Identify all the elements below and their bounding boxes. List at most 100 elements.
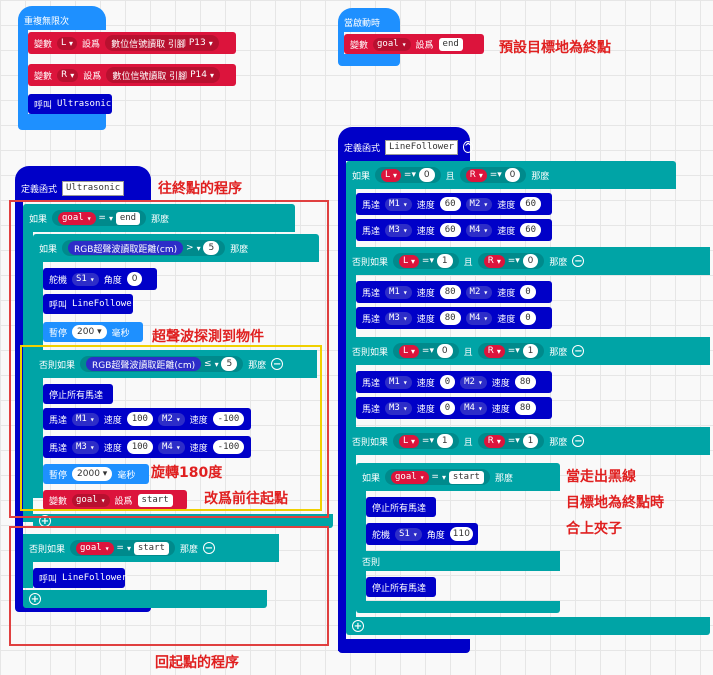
motor-dropdown[interactable]: M2 [460, 375, 487, 389]
number-input[interactable]: 0 [522, 254, 539, 268]
var-R-dropdown[interactable]: R [483, 344, 505, 358]
speed-input[interactable]: 60 [439, 197, 461, 211]
speed-input[interactable]: 0 [439, 401, 456, 415]
else-block[interactable]: 否則 [356, 551, 560, 571]
inner-if-spine [356, 491, 366, 601]
forever-footer [18, 114, 106, 130]
linefollower-function[interactable]: 定義函式 LineFollower ^ 如果 L =▾ 0 且 R =▾ 0 那… [338, 127, 710, 665]
motor-dropdown[interactable]: M2 [465, 285, 493, 299]
servo-id-dropdown[interactable]: S1 [395, 527, 422, 541]
if-L0-R0-block[interactable]: 如果 L =▾ 0 且 R =▾ 0 那麼 [346, 161, 676, 189]
compare-R[interactable]: R =▾ 1 [477, 433, 545, 449]
var-R-dropdown[interactable]: R [483, 434, 505, 448]
set-goal-end-block[interactable]: 變數 goal 設爲 end [344, 34, 484, 54]
speed-input[interactable]: 80 [439, 285, 461, 299]
stop-motors-block-2[interactable]: 停止所有馬達 [366, 577, 436, 597]
motor-dropdown[interactable]: M2 [465, 197, 493, 211]
elseif-L1-R0-block[interactable]: 否則如果 L =▾ 1 且 R =▾ 0 那麼 − [346, 247, 710, 275]
number-input[interactable]: 0 [418, 168, 435, 182]
motor-row[interactable]: 馬達 M3 速度 80 M4 速度 0 [356, 307, 552, 329]
var-L-dropdown[interactable]: L [399, 344, 420, 358]
var-L-dropdown[interactable]: L [57, 36, 78, 50]
set-R-block[interactable]: 變數 R 設爲 數位信號讀取 引腳 P14 [28, 64, 236, 86]
var-L-dropdown[interactable]: L [381, 168, 402, 182]
digital-read-block[interactable]: 數位信號讀取 引腳 P14 [106, 67, 220, 83]
motor-dropdown[interactable]: M4 [465, 223, 493, 237]
var-R-dropdown[interactable]: R [465, 168, 487, 182]
pin-dropdown[interactable]: P14 [190, 69, 214, 82]
speed-input[interactable]: 0 [520, 311, 536, 325]
angle-input[interactable]: 110 [449, 527, 473, 541]
motor-row[interactable]: 馬達 M1 速度 60 M2 速度 60 [356, 193, 552, 215]
speed-input[interactable]: 80 [514, 375, 536, 389]
compare-L[interactable]: L =▾ 0 [375, 167, 441, 183]
remove-elseif-icon[interactable]: − [572, 345, 585, 357]
motor-dropdown[interactable]: M3 [385, 401, 412, 415]
number-input[interactable]: 1 [436, 434, 453, 448]
if-footer[interactable]: + [346, 617, 710, 635]
motor-dropdown[interactable]: M3 [385, 311, 412, 325]
compare-L[interactable]: L =▾ 1 [393, 433, 459, 449]
yellow-frame-detected [20, 345, 322, 511]
motor-dropdown[interactable]: M1 [385, 285, 412, 299]
elseif-L0-R1-block[interactable]: 否則如果 L =▾ 0 且 R =▾ 1 那麼 − [346, 337, 710, 365]
number-input[interactable]: 1 [522, 434, 539, 448]
motor-row[interactable]: 馬達 M3 速度 0 M4 速度 80 [356, 397, 552, 419]
motor-row[interactable]: 馬達 M1 速度 80 M2 速度 0 [356, 281, 552, 303]
elseif-L1-R1-block[interactable]: 否則如果 L =▾ 1 且 R =▾ 1 那麼 − [346, 427, 710, 455]
speed-input[interactable]: 0 [520, 285, 536, 299]
servo-110-block[interactable]: 舵機 S1 角度 110 [366, 523, 478, 545]
compare-L[interactable]: L =▾ 0 [393, 343, 459, 359]
digital-read-block[interactable]: 數位信號讀取 引腳 P13 [105, 35, 219, 51]
var-L-dropdown[interactable]: L [399, 254, 420, 268]
speed-input[interactable]: 0 [439, 375, 456, 389]
if-goal-start-block[interactable]: 如果 goal = start 那麼 [356, 463, 560, 491]
note-change: 改爲前往起點 [204, 491, 288, 507]
motor-dropdown[interactable]: M4 [465, 311, 493, 325]
add-elseif-icon[interactable]: + [352, 620, 364, 632]
motor-row[interactable]: 馬達 M3 速度 60 M4 速度 60 [356, 219, 552, 241]
compare-R[interactable]: R =▾ 1 [477, 343, 545, 359]
compare-R[interactable]: R =▾ 0 [477, 253, 545, 269]
number-input[interactable]: 1 [522, 344, 539, 358]
operator-dropdown[interactable]: = [431, 471, 446, 484]
remove-elseif-icon[interactable]: − [572, 435, 585, 447]
motor-dropdown[interactable]: M3 [385, 223, 412, 237]
set-L-block[interactable]: 變數 L 設爲 數位信號讀取 引腳 P13 [28, 32, 236, 54]
number-input[interactable]: 1 [436, 254, 453, 268]
speed-input[interactable]: 80 [514, 401, 536, 415]
speed-input[interactable]: 60 [439, 223, 461, 237]
string-start[interactable]: start [448, 470, 484, 484]
compare-goal-start[interactable]: goal = start [385, 469, 490, 485]
note-set-goal: 預設目標地為終點 [499, 40, 611, 56]
compare-L[interactable]: L =▾ 1 [393, 253, 459, 269]
var-L-dropdown[interactable]: L [399, 434, 420, 448]
pin-dropdown[interactable]: P13 [189, 37, 213, 50]
speed-input[interactable]: 60 [520, 223, 542, 237]
motor-dropdown[interactable]: M4 [460, 401, 487, 415]
compare-R[interactable]: R =▾ 0 [459, 167, 527, 183]
motor-dropdown[interactable]: M1 [385, 197, 412, 211]
number-input[interactable]: 0 [504, 168, 521, 182]
speed-input[interactable]: 80 [439, 311, 461, 325]
inner-if-footer [356, 601, 560, 613]
red-frame-back [9, 526, 329, 646]
speed-input[interactable]: 60 [520, 197, 542, 211]
var-R-dropdown[interactable]: R [483, 254, 505, 268]
var-R-dropdown[interactable]: R [57, 68, 79, 82]
collapse-icon[interactable]: ^ [463, 141, 474, 153]
call-ultrasonic-block[interactable]: 呼叫 Ultrasonic [28, 94, 112, 114]
var-goal-dropdown[interactable]: goal [391, 470, 429, 484]
motor-row[interactable]: 馬達 M1 速度 0 M2 速度 80 [356, 371, 552, 393]
function-name-field[interactable]: LineFollower [385, 139, 459, 155]
on-start-block[interactable]: 當啟動時 變數 goal 設爲 end [338, 8, 488, 68]
function-name-field[interactable]: Ultrasonic [62, 180, 125, 196]
number-input[interactable]: 0 [436, 344, 453, 358]
forever-block[interactable]: 重複無限次 變數 L 設爲 數位信號讀取 引腳 P13 變數 R 設爲 數位信號… [18, 6, 236, 130]
remove-elseif-icon[interactable]: − [572, 255, 585, 267]
stop-motors-block[interactable]: 停止所有馬達 [366, 497, 436, 517]
string-end[interactable]: end [438, 37, 463, 51]
note-line1: 當走出黑線 [566, 469, 636, 485]
motor-dropdown[interactable]: M1 [385, 375, 412, 389]
var-goal-dropdown[interactable]: goal [373, 37, 411, 51]
